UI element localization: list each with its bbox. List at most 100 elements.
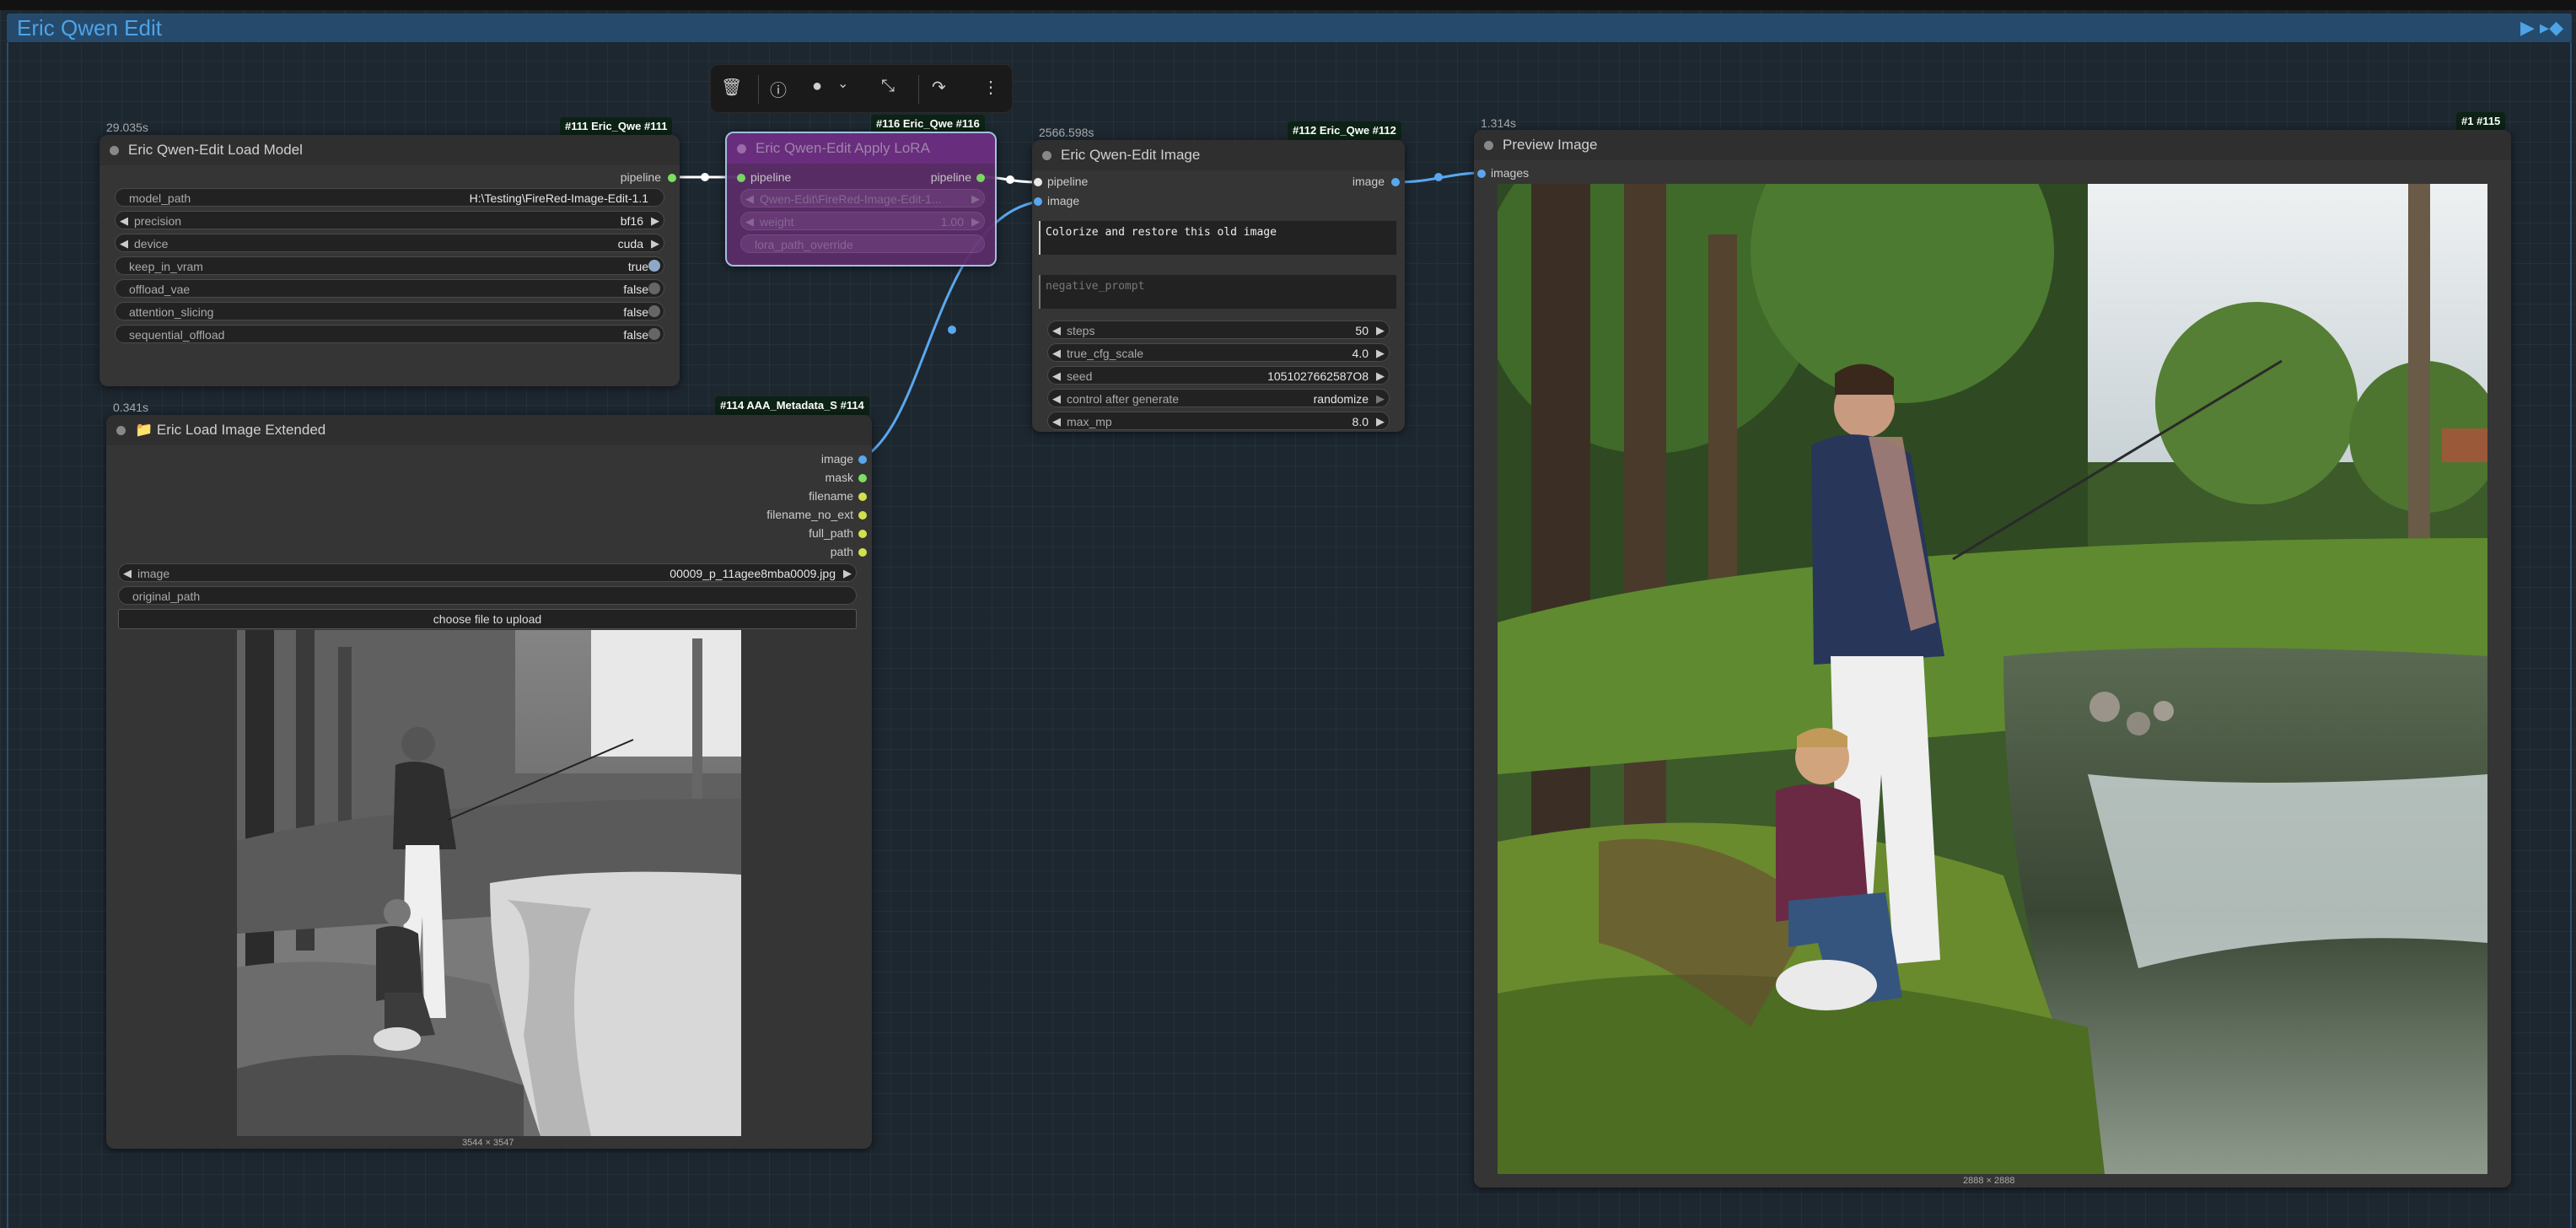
node-title-bar[interactable]: Eric Qwen-Edit Image — [1032, 140, 1405, 170]
keep-in-vram-toggle[interactable]: keep_in_vram true — [115, 256, 664, 275]
collapse-dot-icon[interactable] — [110, 146, 119, 155]
widget-label: sequential_offload — [129, 328, 225, 342]
control-after-generate-combo[interactable]: ◀ control after generate randomize ▶ — [1047, 389, 1390, 407]
more-icon[interactable]: ⋮ — [982, 77, 999, 98]
increment-arrow-icon[interactable]: ▶ — [1376, 415, 1385, 428]
apply-lora-node-bypassed[interactable]: Eric Qwen-Edit Apply LoRA pipeline pipel… — [725, 132, 997, 267]
toggle-knob[interactable] — [648, 260, 660, 272]
output-socket-mask[interactable] — [858, 474, 867, 482]
output-socket-filename-no-ext[interactable] — [858, 511, 867, 520]
decrement-arrow-icon[interactable]: ◀ — [1052, 415, 1061, 428]
input-socket-pipeline[interactable] — [1034, 178, 1042, 186]
collapse-dot-icon[interactable] — [1484, 141, 1493, 150]
sequential-offload-toggle[interactable]: sequential_offload false — [115, 325, 664, 343]
increment-arrow-icon[interactable]: ▶ — [843, 567, 852, 580]
true-cfg-scale-stepper[interactable]: ◀ true_cfg_scale 4.0 ▶ — [1047, 343, 1390, 362]
output-socket-filename[interactable] — [858, 493, 867, 501]
node-title-bar[interactable]: Eric Qwen-Edit Load Model — [99, 135, 680, 165]
device-combo[interactable]: ◀ device cuda ▶ — [115, 234, 664, 252]
toggle-knob[interactable] — [648, 328, 660, 340]
info-icon[interactable]: ⓘ — [770, 77, 787, 101]
widget-value: false — [623, 328, 648, 342]
image-combo[interactable]: ◀ image 00009_p_11agee8mba0009.jpg ▶ — [118, 563, 857, 582]
input-socket-images[interactable] — [1477, 170, 1486, 178]
max-mp-stepper[interactable]: ◀ max_mp 8.0 ▶ — [1047, 412, 1390, 430]
output-socket-pipeline[interactable] — [976, 174, 985, 182]
decrement-arrow-icon[interactable]: ◀ — [1052, 392, 1061, 406]
widget-value: 8.0 — [1352, 415, 1369, 428]
output-socket-image[interactable] — [858, 455, 867, 464]
increment-arrow-icon[interactable]: ▶ — [971, 192, 980, 206]
collapse-dot-icon[interactable] — [1042, 151, 1051, 160]
output-socket-image[interactable] — [1391, 178, 1400, 186]
widget-value: randomize — [1313, 392, 1369, 406]
widget-value: false — [623, 283, 648, 296]
lora-combo[interactable]: ◀ Qwen-Edit\FireRed-Image-Edit-1... ▶ — [740, 189, 985, 207]
delete-icon[interactable]: 🗑 — [721, 77, 742, 98]
model-path-field[interactable]: model_path H:\Testing\FireRed-Image-Edit… — [115, 188, 664, 207]
offload-vae-toggle[interactable]: offload_vae false — [115, 279, 664, 298]
node-title-bar[interactable]: Eric Qwen-Edit Apply LoRA — [727, 133, 995, 164]
weight-slider[interactable]: ◀ weight 1.00 ▶ — [740, 212, 985, 230]
increment-arrow-icon[interactable]: ▶ — [1376, 324, 1385, 337]
collapse-dot-icon[interactable] — [116, 426, 126, 435]
decrement-arrow-icon[interactable]: ◀ — [745, 215, 754, 229]
increment-arrow-icon[interactable]: ▶ — [1376, 369, 1385, 383]
original-path-field[interactable]: original_path — [118, 586, 857, 605]
load-model-node[interactable]: Eric Qwen-Edit Load Model pipeline model… — [99, 135, 680, 386]
image-dimensions: 2888 × 2888 — [1963, 1176, 2015, 1186]
output-socket-full-path[interactable] — [858, 530, 867, 538]
increment-arrow-icon[interactable]: ▶ — [1376, 392, 1385, 406]
load-image-node[interactable]: 📁 Eric Load Image Extended image mask fi… — [106, 415, 872, 1149]
attention-slicing-toggle[interactable]: attention_slicing false — [115, 302, 664, 320]
node-title-bar[interactable]: Preview Image — [1474, 130, 2511, 160]
increment-arrow-icon[interactable]: ▶ — [971, 215, 980, 229]
widget-label: image — [137, 567, 170, 580]
widget-label: max_mp — [1067, 415, 1112, 428]
input-socket-image[interactable] — [1034, 197, 1042, 206]
upload-button[interactable]: choose file to upload — [118, 609, 857, 629]
increment-arrow-icon[interactable]: ▶ — [651, 214, 659, 228]
widget-label: true_cfg_scale — [1067, 347, 1144, 360]
increment-arrow-icon[interactable]: ▶ — [651, 237, 659, 250]
node-title-bar[interactable]: 📁 Eric Load Image Extended — [106, 415, 872, 445]
color-icon[interactable]: ● — [812, 77, 822, 96]
output-label-image: image — [1352, 175, 1385, 188]
decrement-arrow-icon[interactable]: ◀ — [123, 567, 132, 580]
node-badge: #1 #115 — [2456, 112, 2506, 131]
steps-stepper[interactable]: ◀ steps 50 ▶ — [1047, 320, 1390, 339]
output-label-filename: filename — [809, 489, 853, 503]
image-dimensions: 3544 × 3547 — [462, 1138, 514, 1148]
toggle-knob[interactable] — [648, 305, 660, 317]
edit-image-node[interactable]: Eric Qwen-Edit Image pipeline image imag… — [1032, 140, 1405, 432]
decrement-arrow-icon[interactable]: ◀ — [745, 192, 754, 206]
output-socket-path[interactable] — [858, 548, 867, 557]
lora-path-override-field[interactable]: lora_path_override — [740, 234, 985, 253]
input-socket-pipeline[interactable] — [737, 174, 745, 182]
decrement-arrow-icon[interactable]: ◀ — [120, 214, 128, 228]
collapse-icon[interactable]: ⤡ — [881, 77, 895, 96]
link-midpoint — [701, 173, 709, 181]
collapse-dot-icon[interactable] — [737, 144, 746, 154]
node-title: Eric Qwen-Edit Load Model — [128, 142, 303, 158]
increment-arrow-icon[interactable]: ▶ — [1376, 347, 1385, 360]
widget-value: 00009_p_11agee8mba0009.jpg — [670, 567, 836, 580]
decrement-arrow-icon[interactable]: ◀ — [1052, 369, 1061, 383]
preview-image-node[interactable]: Preview Image images 2888 × 2888 — [1474, 130, 2511, 1188]
output-socket-pipeline[interactable] — [668, 174, 676, 182]
bypass-icon[interactable]: ↷ — [932, 77, 946, 98]
chevron-down-icon[interactable]: ⌄ — [837, 75, 848, 92]
toggle-knob[interactable] — [648, 283, 660, 294]
precision-combo[interactable]: ◀ precision bf16 ▶ — [115, 211, 664, 229]
decrement-arrow-icon[interactable]: ◀ — [120, 237, 128, 250]
prompt-textarea[interactable]: Colorize and restore this old image — [1039, 221, 1396, 255]
decrement-arrow-icon[interactable]: ◀ — [1052, 324, 1061, 337]
widget-value: false — [623, 305, 648, 319]
seed-stepper[interactable]: ◀ seed 1051027662587O8 ▶ — [1047, 366, 1390, 385]
widget-value: true — [627, 260, 648, 273]
decrement-arrow-icon[interactable]: ◀ — [1052, 347, 1061, 360]
widget-label: steps — [1067, 324, 1095, 337]
widget-value: 50 — [1355, 324, 1369, 337]
negative-prompt-textarea[interactable]: negative_prompt — [1039, 275, 1396, 309]
toolbar-divider — [918, 75, 919, 104]
